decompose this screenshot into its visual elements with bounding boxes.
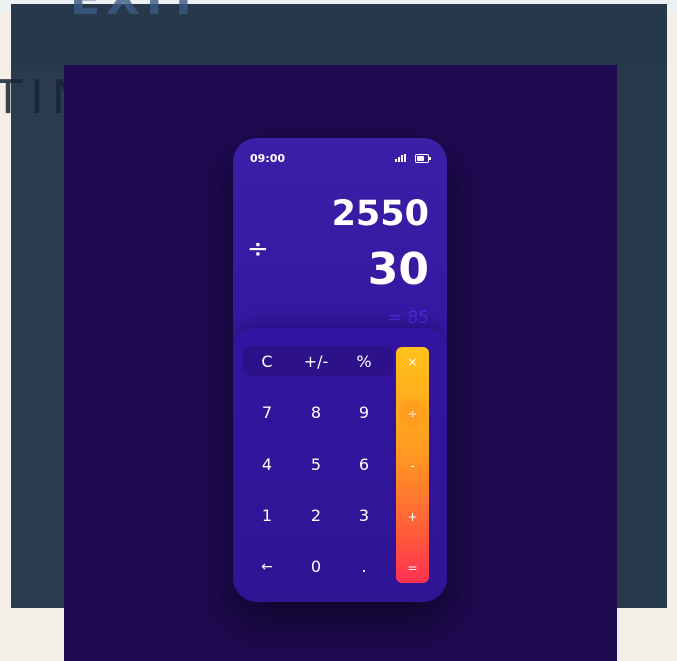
digit-4-key[interactable]: 4: [247, 450, 287, 480]
multiply-key[interactable]: ×: [396, 347, 429, 377]
first-operand: 2550: [331, 194, 429, 234]
digit-0-key[interactable]: 0: [296, 552, 336, 582]
digit-9-key[interactable]: 9: [344, 398, 384, 428]
percent-key[interactable]: %: [344, 347, 384, 377]
second-operand: 30: [367, 244, 429, 295]
digit-6-key[interactable]: 6: [344, 450, 384, 480]
operator-display: ÷: [247, 234, 269, 264]
calculator-phone: 09:00 ÷ 2550 30 = 85 C +/- % 7 8 9 4 5 6…: [233, 138, 447, 602]
battery-icon: [415, 154, 431, 163]
digit-8-key[interactable]: 8: [296, 398, 336, 428]
background-logo: EXIT: [70, 0, 460, 25]
divide-key[interactable]: ÷: [396, 399, 429, 429]
decimal-key[interactable]: .: [344, 552, 384, 582]
status-time: 09:00: [250, 152, 286, 165]
background-bottom-left: [0, 608, 64, 661]
clear-key[interactable]: C: [247, 347, 287, 377]
add-label: +: [407, 510, 418, 524]
add-key[interactable]: +: [396, 502, 429, 532]
divide-label: ÷: [407, 407, 418, 421]
digit-5-key[interactable]: 5: [296, 450, 336, 480]
background-left: [11, 65, 64, 608]
equals-label: =: [407, 561, 418, 575]
result-display: = 85: [387, 308, 429, 328]
digit-7-key[interactable]: 7: [247, 398, 287, 428]
background-right: [617, 65, 667, 608]
signal-icon: [395, 154, 407, 162]
equals-key[interactable]: =: [396, 553, 429, 583]
digit-3-key[interactable]: 3: [344, 501, 384, 531]
backspace-key[interactable]: ←: [247, 552, 287, 582]
subtract-key[interactable]: -: [396, 451, 429, 481]
subtract-label: -: [410, 459, 415, 473]
digit-1-key[interactable]: 1: [247, 501, 287, 531]
background-bottom-right: [617, 608, 677, 661]
digit-2-key[interactable]: 2: [296, 501, 336, 531]
sign-toggle-key[interactable]: +/-: [296, 347, 336, 377]
multiply-label: ×: [407, 355, 418, 369]
keypad: C +/- % 7 8 9 4 5 6 1 2 3 ← 0 . × ÷ - + …: [233, 328, 447, 602]
